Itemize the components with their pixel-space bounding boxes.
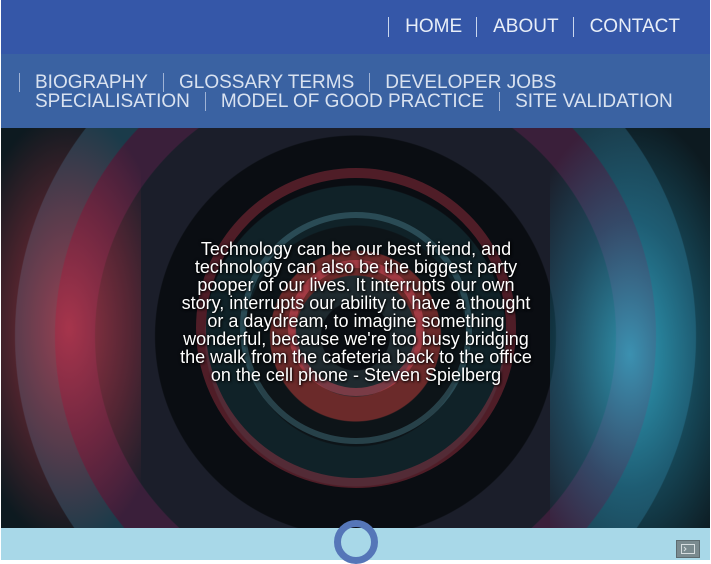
nav-model-of-good-practice-link[interactable]: MODEL OF GOOD PRACTICE xyxy=(204,92,499,111)
top-nav: HOME ABOUT CONTACT xyxy=(388,17,680,37)
terminal-icon[interactable] xyxy=(676,540,700,558)
secondary-nav: BIOGRAPHY GLOSSARY TERMS DEVELOPER JOBS … xyxy=(19,73,699,111)
terminal-glyph-icon xyxy=(681,544,695,554)
nav-home-link[interactable]: HOME xyxy=(388,17,476,37)
nav-biography-link[interactable]: BIOGRAPHY xyxy=(19,73,163,92)
nav-specialisation-link[interactable]: SPECIALISATION xyxy=(19,92,205,111)
nav-about-link[interactable]: ABOUT xyxy=(476,17,572,37)
nav-site-validation-link[interactable]: SITE VALIDATION xyxy=(499,92,688,111)
top-navigation-bar: HOME ABOUT CONTACT xyxy=(1,0,710,54)
secondary-navigation-bar: BIOGRAPHY GLOSSARY TERMS DEVELOPER JOBS … xyxy=(1,54,710,128)
nav-contact-link[interactable]: CONTACT xyxy=(572,17,680,37)
loading-ring-icon xyxy=(334,520,378,564)
nav-developer-jobs-link[interactable]: DEVELOPER JOBS xyxy=(369,73,571,92)
nav-glossary-terms-link[interactable]: GLOSSARY TERMS xyxy=(162,73,369,92)
hero-quote: Technology can be our best friend, and t… xyxy=(180,239,532,385)
hero-banner: Technology can be our best friend, and t… xyxy=(1,128,710,528)
